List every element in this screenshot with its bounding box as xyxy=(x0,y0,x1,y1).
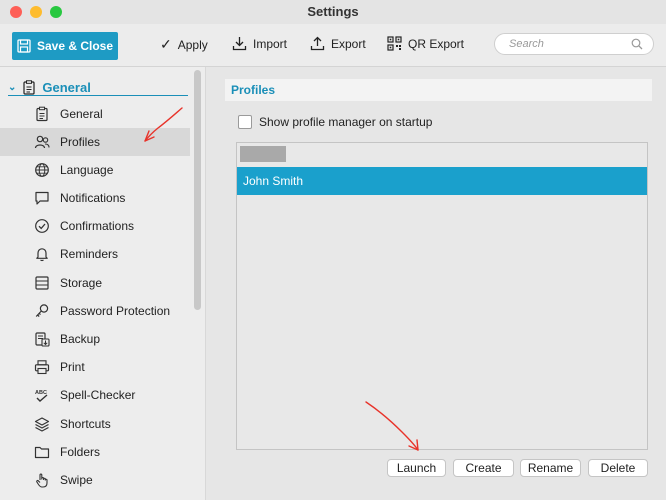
profiles-list[interactable]: John Smith xyxy=(236,142,648,450)
sidebar-item-shortcuts[interactable]: Shortcuts xyxy=(0,410,190,438)
sidebar-item-label: Profiles xyxy=(60,135,101,149)
magnifier-icon xyxy=(631,38,643,50)
sidebar-item-label: Storage xyxy=(60,276,103,290)
sidebar-item-label: General xyxy=(60,107,103,121)
close-window-button[interactable] xyxy=(10,6,22,18)
sidebar-item-storage[interactable]: Storage xyxy=(0,269,190,297)
sidebar-item-reminders[interactable]: Reminders xyxy=(0,240,190,268)
sidebar-item-password-protection[interactable]: Password Protection xyxy=(0,297,190,325)
clipboard-icon xyxy=(23,80,35,95)
sidebar-item-profiles[interactable]: Profiles xyxy=(0,128,190,156)
sidebar-item-language[interactable]: Language xyxy=(0,156,190,184)
qr-export-button[interactable]: QR Export xyxy=(387,36,464,51)
export-label: Export xyxy=(331,36,366,51)
apply-label: Apply xyxy=(177,37,208,52)
folder-icon xyxy=(34,446,50,459)
globe-icon xyxy=(35,163,49,177)
show-profile-manager-option[interactable]: Show profile manager on startup xyxy=(238,115,432,129)
chevron-down-icon: ⌄ xyxy=(8,82,17,93)
hand-icon xyxy=(36,473,48,488)
checkmark-icon: ✓ xyxy=(160,36,172,52)
users-icon xyxy=(34,135,50,149)
maximize-window-button[interactable] xyxy=(50,6,62,18)
sidebar-item-label: Spell-Checker xyxy=(60,388,136,402)
qr-code-icon xyxy=(387,36,402,51)
sidebar-item-label: Language xyxy=(60,163,114,177)
show-profile-manager-label: Show profile manager on startup xyxy=(259,115,433,129)
sidebar-item-label: Shortcuts xyxy=(60,417,111,431)
clipboard-icon xyxy=(36,106,48,122)
export-icon xyxy=(310,36,325,51)
sidebar-scrollbar[interactable] xyxy=(194,70,201,310)
window-controls xyxy=(10,6,62,18)
bell-icon xyxy=(36,248,48,262)
import-label: Import xyxy=(253,36,288,51)
save-and-close-label: Save & Close xyxy=(36,39,114,53)
window-title: Settings xyxy=(307,4,359,19)
sidebar-item-label: Reminders xyxy=(60,247,119,261)
import-button[interactable]: Import xyxy=(232,36,287,51)
search-box[interactable] xyxy=(494,33,654,55)
export-button[interactable]: Export xyxy=(310,36,366,51)
sidebar-item-folders[interactable]: Folders xyxy=(0,438,190,466)
launch-button[interactable]: Launch xyxy=(387,459,446,477)
layers-icon xyxy=(34,417,50,432)
floppy-disk-icon xyxy=(17,39,31,53)
sidebar-item-label: Print xyxy=(60,360,85,374)
sidebar-item-general[interactable]: General xyxy=(0,100,190,128)
sidebar-item-label: Swipe xyxy=(60,473,93,487)
save-and-close-button[interactable]: Save & Close xyxy=(12,32,118,60)
apply-button[interactable]: ✓ Apply xyxy=(160,36,208,53)
section-header-profiles: Profiles xyxy=(225,79,652,101)
sidebar-group-label: General xyxy=(42,80,91,95)
rename-button[interactable]: Rename xyxy=(520,459,581,477)
database-icon xyxy=(35,276,49,290)
sidebar-item-label: Password Protection xyxy=(60,304,171,318)
sidebar-item-label: Confirmations xyxy=(60,219,135,233)
sidebar-item-spell-checker[interactable]: ABC Spell-Checker xyxy=(0,381,190,409)
sidebar-group-general[interactable]: ⌄ General xyxy=(8,80,91,95)
delete-button[interactable]: Delete xyxy=(588,459,648,477)
check-circle-icon xyxy=(35,219,49,233)
profile-row-selected[interactable]: John Smith xyxy=(237,167,647,195)
key-icon xyxy=(35,304,49,317)
minimize-window-button[interactable] xyxy=(30,6,42,18)
sidebar-item-swipe[interactable]: Swipe xyxy=(0,466,190,494)
title-bar: Settings xyxy=(0,0,666,24)
search-input[interactable] xyxy=(509,38,619,50)
sidebar-item-label: Notifications xyxy=(60,191,126,205)
spell-check-icon: ABC xyxy=(35,390,48,402)
sidebar-item-label: Folders xyxy=(60,445,101,459)
show-profile-manager-checkbox[interactable] xyxy=(238,115,252,129)
sidebar-item-print[interactable]: Print xyxy=(0,353,190,381)
printer-icon xyxy=(34,360,50,375)
speech-bubble-icon xyxy=(35,191,49,205)
sidebar-item-backup[interactable]: Backup xyxy=(0,325,190,353)
svg-text:ABC: ABC xyxy=(35,390,47,396)
import-icon xyxy=(232,37,247,51)
sidebar-item-confirmations[interactable]: Confirmations xyxy=(0,212,190,240)
backup-icon xyxy=(35,332,50,347)
qr-export-label: QR Export xyxy=(408,36,465,51)
sidebar-group-divider xyxy=(8,95,188,96)
list-column-header[interactable] xyxy=(240,146,286,162)
sidebar-item-label: Backup xyxy=(60,332,101,346)
toolbar: Save & Close ✓ Apply Import Export QR Ex… xyxy=(0,24,666,67)
sidebar-item-notifications[interactable]: Notifications xyxy=(0,184,190,212)
create-button[interactable]: Create xyxy=(453,459,514,477)
